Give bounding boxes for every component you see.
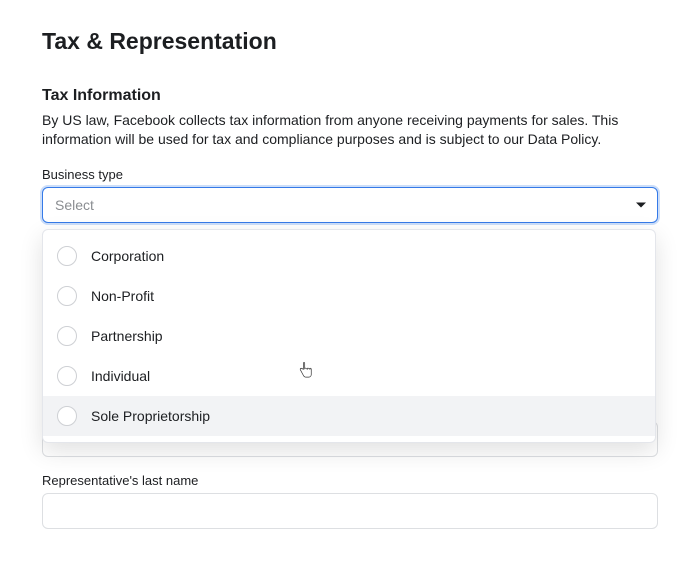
option-non-profit[interactable]: Non-Profit [43,276,655,316]
section-description: By US law, Facebook collects tax informa… [42,111,658,149]
radio-icon [57,326,77,346]
business-type-placeholder: Select [55,197,94,213]
business-type-dropdown: Corporation Non-Profit Partnership Indiv… [42,229,656,443]
rep-last-name-label: Representative's last name [42,473,658,488]
option-corporation[interactable]: Corporation [43,236,655,276]
rep-last-name-input[interactable] [42,493,658,529]
section-title: Tax Information [42,87,658,105]
option-sole-proprietorship[interactable]: Sole Proprietorship [43,396,655,436]
page-title: Tax & Representation [42,28,658,55]
radio-icon [57,246,77,266]
option-label: Partnership [91,328,163,344]
option-individual[interactable]: Individual [43,356,655,396]
rep-last-name-field: Representative's last name [42,473,658,529]
radio-icon [57,286,77,306]
business-type-field: Business type Select Corporation Non-Pro… [42,167,658,223]
radio-icon [57,406,77,426]
option-label: Non-Profit [91,288,154,304]
chevron-down-icon [636,202,646,207]
option-partnership[interactable]: Partnership [43,316,655,356]
option-label: Corporation [91,248,164,264]
option-label: Individual [91,368,150,384]
option-label: Sole Proprietorship [91,408,210,424]
radio-icon [57,366,77,386]
business-type-label: Business type [42,167,658,182]
business-type-select[interactable]: Select [42,187,658,223]
